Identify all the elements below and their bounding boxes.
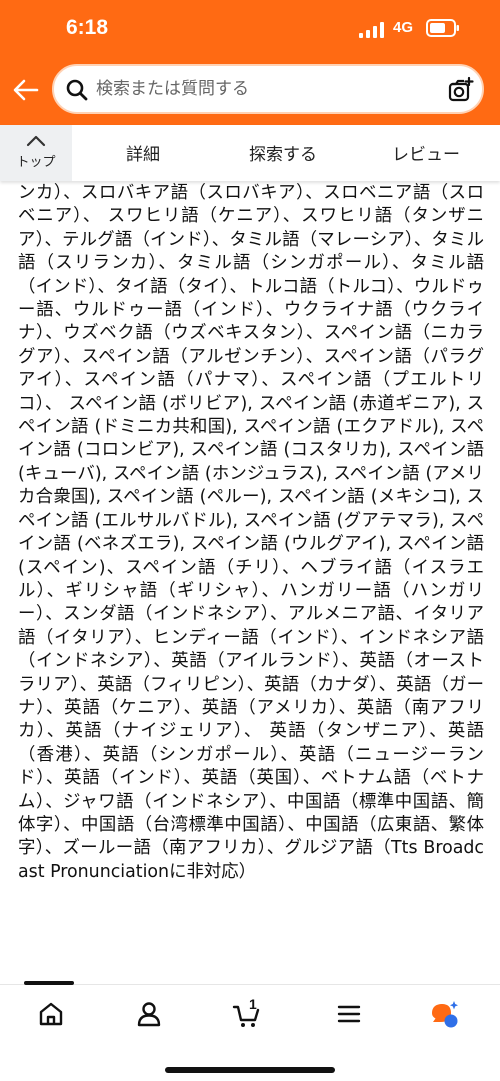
network-type: 4G bbox=[393, 19, 414, 36]
search-input[interactable] bbox=[96, 75, 426, 103]
cart-count-badge: 1 bbox=[249, 996, 257, 1012]
search-icon bbox=[66, 79, 88, 101]
home-indicator bbox=[165, 1067, 335, 1073]
back-to-top-label: トップ bbox=[16, 155, 56, 170]
tab-details[interactable]: 詳細 bbox=[126, 140, 160, 165]
active-tab-indicator bbox=[24, 981, 74, 985]
menu-icon[interactable] bbox=[334, 999, 364, 1029]
back-arrow-icon bbox=[13, 79, 39, 101]
camera-search-icon[interactable] bbox=[446, 76, 474, 104]
product-subnav: トップ 詳細 探索する レビュー bbox=[0, 125, 500, 181]
tab-explore[interactable]: 探索する bbox=[249, 140, 317, 165]
back-to-top-button[interactable]: トップ bbox=[0, 125, 72, 181]
back-button[interactable] bbox=[10, 74, 42, 106]
cart-icon[interactable] bbox=[232, 999, 262, 1029]
status-bar: 6:18 4G bbox=[0, 0, 500, 60]
supported-languages-text: ンカ）、スロバキア語（スロバキア）、スロベニア語（スロベニア）、 スワヒリ語（ケ… bbox=[18, 183, 484, 882]
cellular-signal-icon bbox=[359, 22, 384, 38]
home-icon[interactable] bbox=[36, 999, 66, 1029]
product-description: ンカ）、スロバキア語（スロバキア）、スロベニア語（スロベニア）、 スワヒリ語（ケ… bbox=[18, 182, 484, 970]
search-bar[interactable] bbox=[52, 64, 484, 114]
assistant-icon[interactable] bbox=[430, 999, 460, 1029]
tab-reviews[interactable]: レビュー bbox=[392, 140, 460, 165]
chevron-up-icon bbox=[26, 135, 46, 147]
account-icon[interactable] bbox=[134, 999, 164, 1029]
status-time: 6:18 bbox=[66, 16, 109, 39]
battery-icon bbox=[426, 19, 459, 37]
app-header: 6:18 4G bbox=[0, 0, 500, 125]
bottom-navigation: 1 bbox=[0, 981, 500, 1081]
